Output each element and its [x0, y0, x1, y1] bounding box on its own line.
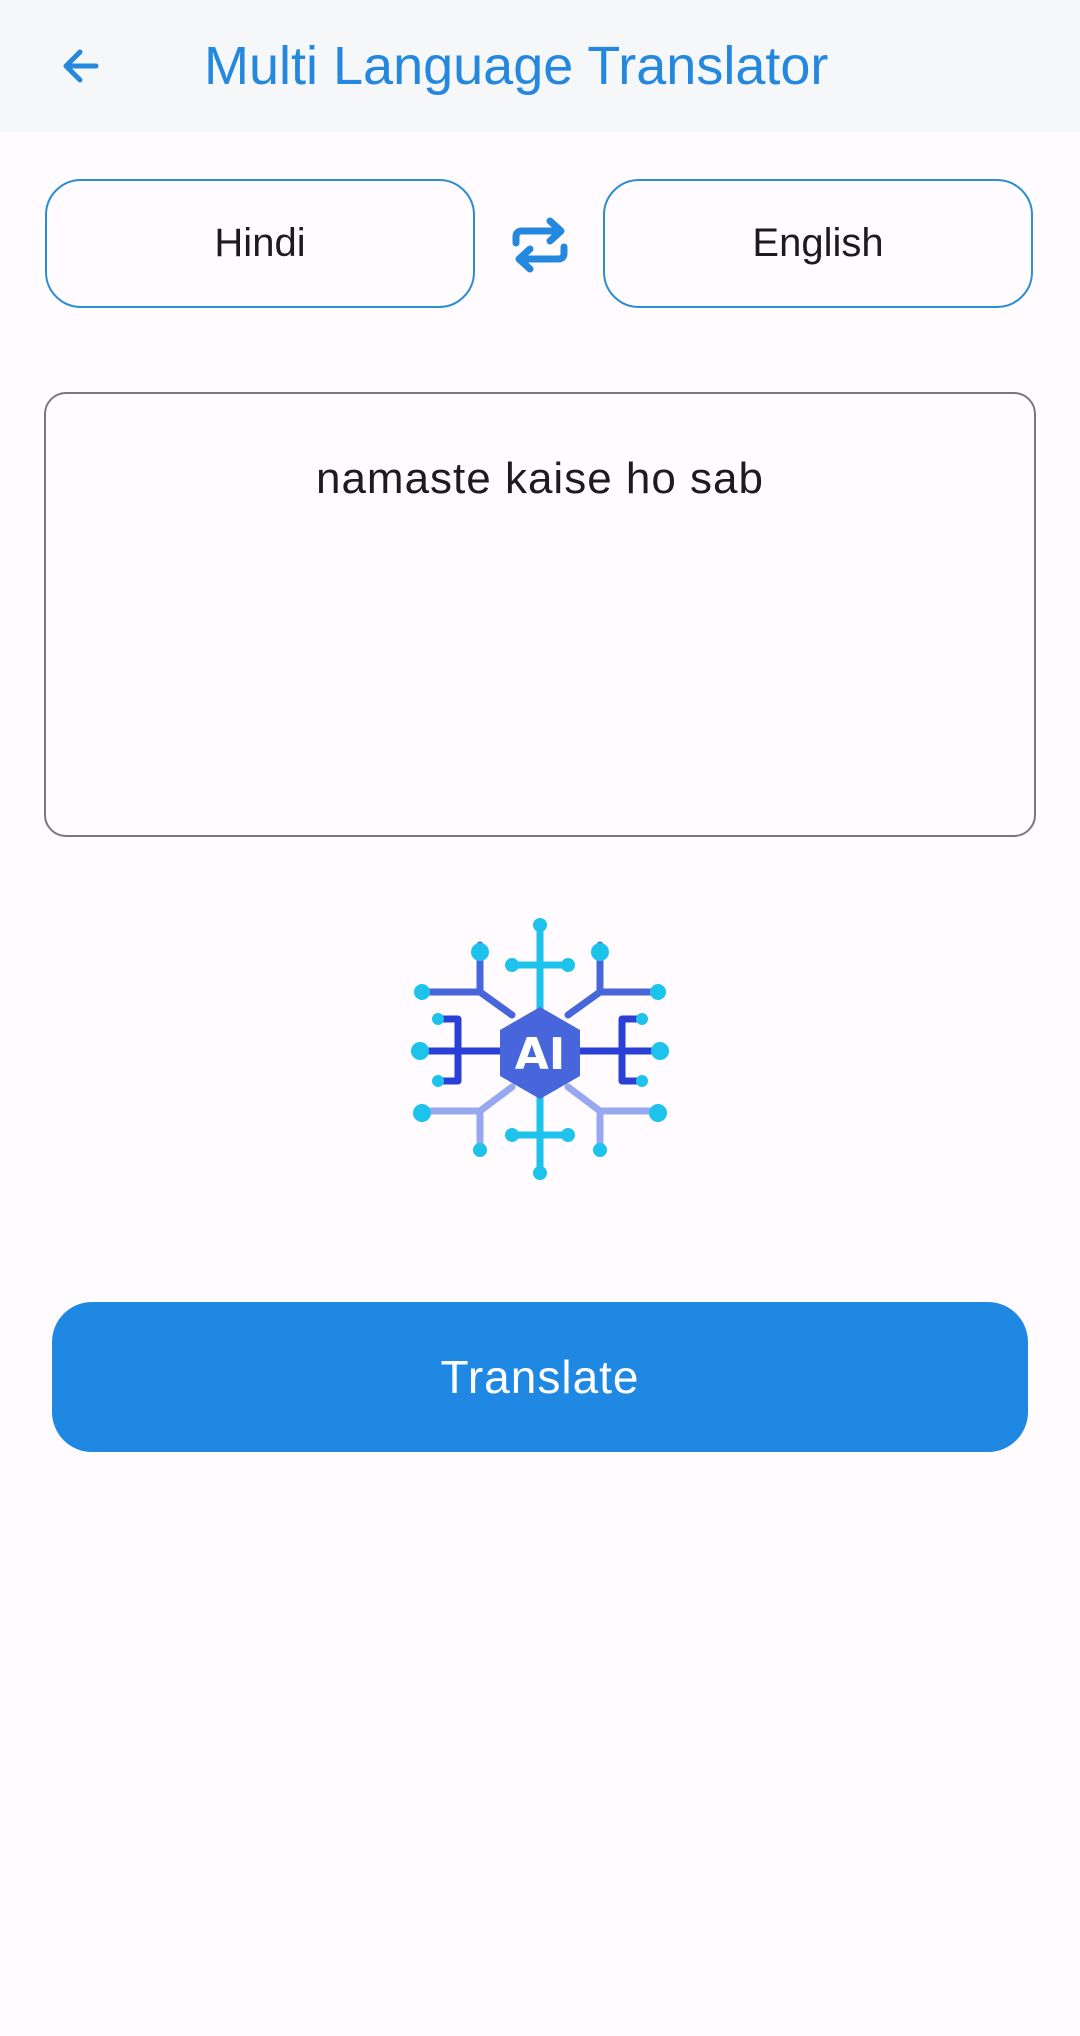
target-language-button[interactable]: English [603, 179, 1033, 308]
input-text[interactable]: namaste kaise ho sab [46, 454, 1034, 504]
swap-arrows-icon [512, 217, 568, 273]
source-language-button[interactable]: Hindi [45, 179, 475, 308]
page-title: Multi Language Translator [204, 36, 829, 96]
arrow-left-icon [63, 49, 99, 83]
app-bar: Multi Language Translator [0, 0, 1080, 132]
swap-languages-button[interactable] [500, 200, 580, 290]
text-input-box[interactable]: namaste kaise ho sab [44, 392, 1036, 837]
translate-button[interactable]: Translate [52, 1302, 1028, 1452]
ai-circuit-icon: AI [411, 918, 669, 1180]
ai-logo-text: AI [515, 1029, 565, 1080]
back-button[interactable] [36, 22, 124, 110]
